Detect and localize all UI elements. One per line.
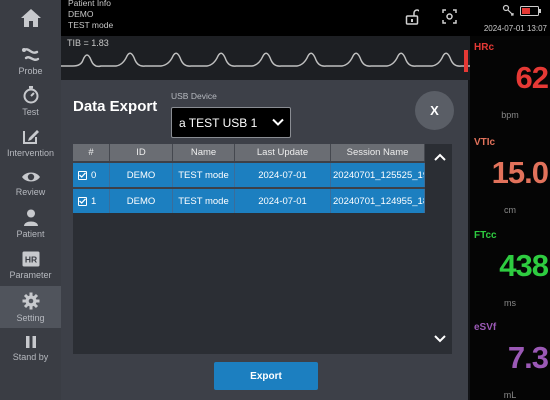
chevron-down-icon xyxy=(272,118,284,126)
vital-value: 62 xyxy=(515,60,549,95)
parameter-icon: HR xyxy=(22,251,39,266)
usb-device-value: a TEST USB 1 xyxy=(179,115,258,130)
sidebar-item-parameter[interactable]: HR Parameter xyxy=(0,244,61,286)
scroll-up-button[interactable] xyxy=(427,144,452,169)
scroll-down-button[interactable] xyxy=(427,326,452,351)
patient-info: Patient Info DEMO TEST mode xyxy=(68,0,113,31)
data-export-dialog: Data Export USB Device a TEST USB 1 X # … xyxy=(61,80,468,400)
sidebar-item-label: Review xyxy=(15,186,46,197)
row-id: DEMO xyxy=(110,163,173,187)
home-button[interactable] xyxy=(0,0,61,36)
vital-unit: bpm xyxy=(501,110,519,120)
row-name: TEST mode xyxy=(173,189,235,213)
top-bar: Patient Info DEMO TEST mode xyxy=(61,0,470,36)
dialog-title: Data Export xyxy=(73,98,158,115)
vital-vtic: VTIc 15.0 cm xyxy=(470,131,550,223)
patient-info-title: Patient Info xyxy=(68,0,112,8)
pause-icon xyxy=(25,335,36,348)
vital-name: FTcc xyxy=(474,230,497,241)
checkmark-icon xyxy=(79,172,86,178)
sidebar-item-label: Parameter xyxy=(9,269,52,280)
datetime: 2024-07-01 13:07 xyxy=(483,24,547,33)
column-header-session-name: Session Name xyxy=(331,144,425,161)
table-row[interactable]: 0 DEMO TEST mode 2024-07-01 20240701_125… xyxy=(73,161,425,187)
vital-unit: ms xyxy=(504,298,516,308)
row-number-cell: 1 xyxy=(73,189,110,213)
patient-mode: TEST mode xyxy=(68,20,114,30)
vital-name: HRc xyxy=(474,42,495,53)
usb-device-label: USB Device xyxy=(171,91,217,101)
vital-name: VTIc xyxy=(474,137,496,148)
test-icon xyxy=(23,85,38,103)
review-icon xyxy=(21,172,40,181)
status-area: 2024-07-01 13:07 xyxy=(470,0,550,36)
row-last-update: 2024-07-01 xyxy=(235,189,331,213)
sidebar: Probe Test Intervention Review Patient H… xyxy=(0,0,61,400)
row-number-cell: 0 xyxy=(73,163,110,187)
screenshot-icon[interactable] xyxy=(442,9,457,24)
table-header: # ID Name Last Update Session Name xyxy=(73,144,425,161)
vital-value: 7.3 xyxy=(507,340,549,375)
row-name: TEST mode xyxy=(173,163,235,187)
battery-icon xyxy=(520,6,541,16)
chevron-up-icon xyxy=(433,153,446,161)
column-header-last-update: Last Update xyxy=(235,144,331,161)
usb-status-icon xyxy=(502,4,514,16)
sidebar-item-test[interactable]: Test xyxy=(0,80,61,122)
row-checkbox[interactable] xyxy=(78,196,87,206)
sidebar-item-standby[interactable]: Stand by xyxy=(0,327,61,369)
sidebar-item-setting[interactable]: Setting xyxy=(0,286,61,328)
column-header-num: # xyxy=(73,144,110,161)
vital-value: 15.0 xyxy=(491,155,549,190)
row-number: 0 xyxy=(91,169,97,181)
sidebar-item-patient[interactable]: Patient xyxy=(0,203,61,245)
vital-ftcc: FTcc 438 ms xyxy=(470,224,550,316)
vital-esvf: eSVf 7.3 mL xyxy=(470,316,550,400)
sidebar-item-label: Stand by xyxy=(12,351,49,362)
sidebar-item-label: Test xyxy=(22,106,39,117)
row-session-name: 20240701_125525_19 xyxy=(331,163,425,187)
close-button[interactable]: X xyxy=(415,91,454,130)
chevron-down-icon xyxy=(433,334,446,342)
sidebar-item-review[interactable]: Review xyxy=(0,162,61,204)
vital-hrc: HRc 62 bpm xyxy=(470,36,550,128)
checkmark-icon xyxy=(79,198,86,204)
sidebar-item-label: Setting xyxy=(16,312,45,323)
row-checkbox[interactable] xyxy=(78,170,87,180)
sidebar-item-probe[interactable]: Probe xyxy=(0,40,61,82)
row-number: 1 xyxy=(91,195,97,207)
gear-icon xyxy=(22,292,39,309)
waveform-trace xyxy=(61,50,470,72)
column-header-id: ID xyxy=(110,144,173,161)
sidebar-item-label: Intervention xyxy=(6,147,55,158)
table-scrollbar[interactable] xyxy=(427,144,452,354)
row-id: DEMO xyxy=(110,189,173,213)
probe-icon xyxy=(21,47,39,61)
vital-unit: mL xyxy=(503,390,517,400)
row-session-name: 20240701_124955_18 xyxy=(331,189,425,213)
waveform-strip: TIB = 1.83 xyxy=(61,36,470,80)
table-row[interactable]: 1 DEMO TEST mode 2024-07-01 20240701_124… xyxy=(73,187,425,213)
usb-device-select[interactable]: a TEST USB 1 xyxy=(171,107,291,138)
vital-name: eSVf xyxy=(474,322,497,333)
parameter-badge: HR xyxy=(24,254,36,264)
sidebar-item-label: Probe xyxy=(18,65,43,76)
patient-icon xyxy=(23,209,38,226)
export-button[interactable]: Export xyxy=(214,362,318,390)
intervention-icon xyxy=(22,129,39,144)
vital-unit: cm xyxy=(504,205,516,215)
sessions-table: # ID Name Last Update Session Name 0 DEM… xyxy=(73,144,425,213)
sidebar-item-label: Patient xyxy=(16,229,45,239)
row-last-update: 2024-07-01 xyxy=(235,163,331,187)
home-icon xyxy=(20,9,41,27)
vitals-panel: HRc 62 bpm VTIc 15.0 cm FTcc 438 ms eSVf… xyxy=(470,36,550,400)
unlock-icon[interactable] xyxy=(405,9,419,25)
sidebar-item-intervention[interactable]: Intervention xyxy=(0,121,61,163)
patient-id: DEMO xyxy=(68,9,94,19)
vital-value: 438 xyxy=(499,248,549,283)
column-header-name: Name xyxy=(173,144,235,161)
